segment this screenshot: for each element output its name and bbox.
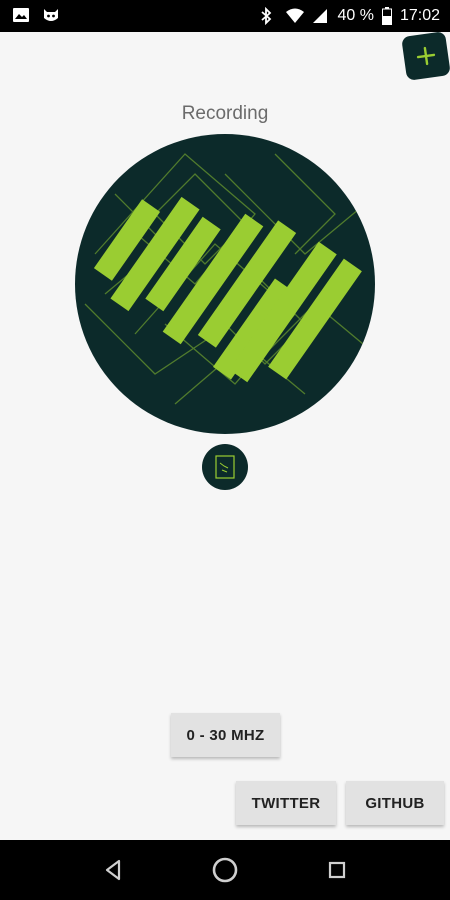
clock: 17:02	[399, 7, 440, 24]
battery-icon	[381, 7, 392, 25]
plus-icon	[416, 46, 436, 66]
bluetooth-icon	[259, 6, 277, 26]
frequency-range-button[interactable]: 0 - 30 MHZ	[171, 713, 280, 757]
app-logo-icon	[75, 134, 375, 434]
wifi-icon	[285, 7, 305, 25]
recents-icon[interactable]	[322, 855, 352, 885]
signal-icon	[311, 7, 329, 25]
recording-status: Recording	[181, 103, 269, 124]
status-bar: 40 % 17:02	[0, 0, 450, 32]
spectrum-file-icon	[215, 455, 235, 479]
twitter-button[interactable]: TWITTER	[236, 781, 336, 825]
add-button[interactable]	[401, 31, 450, 81]
image-icon	[12, 6, 30, 24]
home-icon[interactable]	[210, 855, 240, 885]
navigation-bar	[0, 840, 450, 900]
spectrum-file-button[interactable]	[202, 444, 248, 490]
app-logo[interactable]	[75, 134, 375, 434]
back-icon[interactable]	[98, 855, 128, 885]
github-button[interactable]: GITHUB	[346, 781, 444, 825]
battery-percent: 40 %	[337, 7, 374, 24]
cat-icon	[42, 6, 60, 24]
